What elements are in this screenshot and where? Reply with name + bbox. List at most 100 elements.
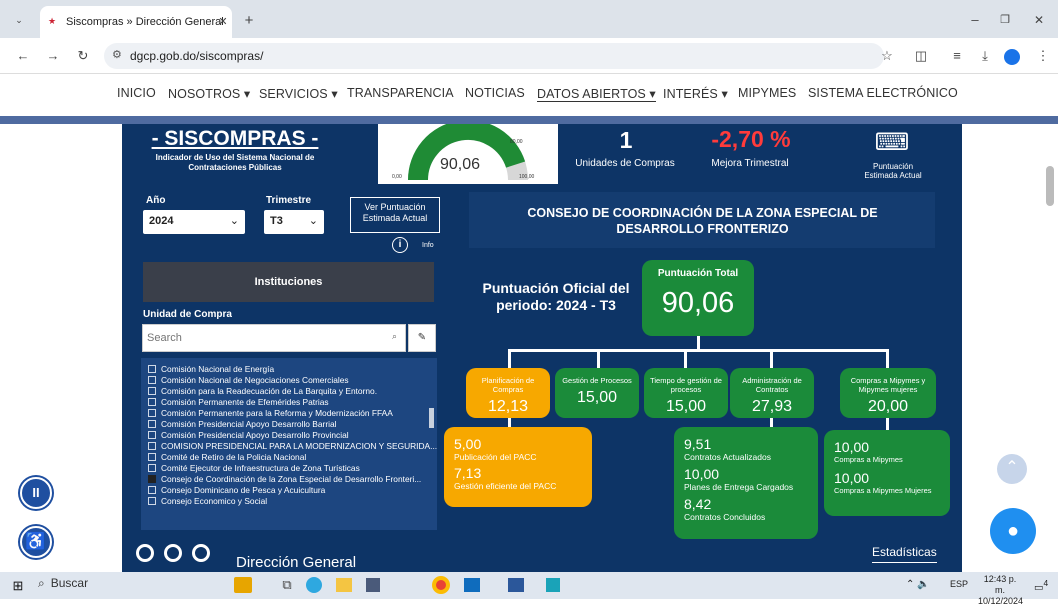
file-explorer-icon[interactable] (336, 578, 352, 592)
puntuacion-estimada-label[interactable]: Puntuación Estimada Actual (858, 162, 928, 180)
reading-list-icon[interactable]: ≡ (948, 47, 966, 65)
page-scrollbar[interactable] (1046, 166, 1054, 206)
restore-icon[interactable]: ❐ (996, 11, 1014, 29)
nav-noticias[interactable]: NOTICIAS (465, 86, 525, 100)
chat-icon[interactable]: ● (990, 508, 1036, 554)
calculator-app-icon[interactable] (366, 578, 380, 592)
score-gauge: 0,00 100,00 80,00 (392, 119, 535, 181)
nav-interes[interactable]: INTERÉS ▾ (663, 86, 728, 101)
instituciones-button[interactable]: Instituciones (143, 262, 434, 302)
quarter-dropdown[interactable]: T3 ⌄ (264, 210, 324, 234)
pause-icon[interactable]: II (20, 477, 52, 509)
year-dropdown[interactable]: 2024 ⌄ (143, 210, 245, 234)
checkbox[interactable] (148, 453, 156, 461)
edge-icon[interactable] (306, 577, 322, 593)
ver-puntuacion-button[interactable]: Ver Puntuación Estimada Actual (350, 197, 440, 233)
list-item[interactable]: Comisión Nacional de Negociaciones Comer… (148, 375, 349, 386)
mipymes-card[interactable]: Compras a Mipymes y Mipymes mujeres 20,00 (840, 368, 936, 418)
administracion-contratos-card[interactable]: Administración de Contratos 27,93 (730, 368, 814, 418)
back-icon[interactable]: ← (14, 47, 32, 65)
task-view-icon[interactable]: ⧉ (278, 576, 296, 594)
checkbox[interactable] (148, 376, 156, 384)
address-bar[interactable]: ⚙ dgcp.gob.do/siscompras/ (104, 43, 884, 69)
mejora-label: Mejora Trimestral (711, 158, 789, 169)
checkbox[interactable] (148, 365, 156, 373)
checkbox[interactable] (148, 387, 156, 395)
estadisticas-link[interactable]: Estadísticas (872, 545, 937, 563)
checkbox-checked[interactable] (148, 475, 156, 483)
list-item[interactable]: Comisión Nacional de Energía (148, 364, 274, 375)
list-item[interactable]: Consejo Economico y Social (148, 496, 267, 507)
nav-transparencia[interactable]: TRANSPARENCIA (347, 86, 454, 100)
close-tab-icon[interactable]: ✕ (214, 13, 232, 31)
list-item[interactable]: Comité de Retiro de la Policia Nacional (148, 452, 306, 463)
checkbox[interactable] (148, 409, 156, 417)
checkbox[interactable] (148, 398, 156, 406)
list-item[interactable]: Comisión Permanente para la Reforma y Mo… (148, 408, 393, 419)
checkbox[interactable] (148, 486, 156, 494)
new-tab-icon[interactable]: + (240, 12, 258, 30)
list-item[interactable]: Consejo Dominicano de Pesca y Acuicultur… (148, 485, 325, 496)
list-item[interactable]: Comité Ejecutor de Infraestructura de Zo… (148, 463, 360, 474)
minimize-icon[interactable]: – (966, 11, 984, 29)
checkbox[interactable] (148, 497, 156, 505)
language-indicator[interactable]: ESP (950, 579, 968, 589)
checkbox[interactable] (148, 420, 156, 428)
chevron-down-icon: ⌄ (229, 215, 239, 227)
close-window-icon[interactable]: ✕ (1030, 11, 1048, 29)
list-item[interactable]: Comisión para la Readecuación de La Barq… (148, 386, 377, 397)
total-value: 90,06 (661, 287, 735, 319)
checkbox[interactable] (148, 464, 156, 472)
app-icon[interactable] (546, 578, 560, 592)
list-item[interactable]: Comisión Presidencial Apoyo Desarrollo P… (148, 430, 349, 441)
forward-icon[interactable]: → (44, 47, 62, 65)
eraser-icon[interactable]: ✎ (408, 324, 436, 352)
notification-icon[interactable]: ▭4 (1034, 578, 1048, 593)
logo-text: Dirección General (236, 554, 357, 571)
checkbox[interactable] (148, 442, 156, 450)
tiempo-gestion-card[interactable]: Tiempo de gestión de procesos 15,00 (644, 368, 728, 418)
outlook-icon[interactable] (464, 578, 480, 592)
gauge-target-label: 80,00 (510, 139, 523, 145)
system-tray-icons[interactable]: ⌃ 🔈 (906, 579, 930, 590)
search-box[interactable]: ⌕ (142, 324, 406, 352)
connector-line (597, 349, 600, 369)
tab-search-icon[interactable]: ⌄ (10, 11, 28, 29)
list-item[interactable]: Comisión Permanente de Efemérides Patria… (148, 397, 329, 408)
chrome-icon[interactable] (432, 576, 450, 594)
unit-label: Unidad de Compra (143, 309, 232, 320)
taskbar-search[interactable]: ⌕ Buscar (38, 576, 188, 596)
windows-start-icon[interactable]: ⊞ (9, 577, 27, 595)
site-info-icon[interactable]: ⚙ (112, 48, 122, 61)
gestion-procesos-card[interactable]: Gestión de Procesos 15,00 (555, 368, 639, 418)
nav-sistema-electronico[interactable]: SISTEMA ELECTRÓNICO (808, 86, 958, 100)
nav-nosotros[interactable]: NOSOTROS ▾ (168, 86, 250, 101)
menu-dots-icon[interactable]: ⋮ (1034, 47, 1052, 65)
browser-tab[interactable]: ★ Siscompras » Dirección General (40, 6, 232, 38)
checkbox[interactable] (148, 431, 156, 439)
download-icon[interactable]: ⤓ (976, 47, 994, 65)
search-input[interactable] (147, 329, 377, 347)
nav-servicios[interactable]: SERVICIOS ▾ (259, 86, 338, 101)
scroll-top-icon[interactable]: ⌃ (997, 454, 1027, 484)
word-icon[interactable] (508, 578, 524, 592)
planificacion-card[interactable]: Planificación de Compras 12,13 (466, 368, 550, 418)
info-icon[interactable]: i (392, 237, 408, 253)
nav-mipymes[interactable]: MIPYMES (738, 86, 796, 100)
nav-datos-abiertos[interactable]: DATOS ABIERTOS ▾ (537, 86, 656, 102)
extensions-icon[interactable]: ◫ (912, 47, 930, 65)
profile-avatar[interactable] (1004, 49, 1020, 65)
year-value: 2024 (149, 215, 174, 227)
reload-icon[interactable]: ↻ (74, 47, 92, 65)
list-item[interactable]: Consejo de Coordinación de la Zona Espec… (148, 474, 421, 485)
bookmark-star-icon[interactable]: ☆ (878, 47, 896, 65)
calculator-icon[interactable]: ⌨ (872, 128, 912, 157)
list-item[interactable]: COMISION PRESIDENCIAL PARA LA MODERNIZAC… (148, 441, 437, 452)
taskbar-app-icon[interactable] (234, 577, 252, 593)
accessibility-icon[interactable]: ♿ (20, 526, 52, 558)
clock[interactable]: 12:43 p. m. 10/12/2024 (978, 574, 1023, 607)
nav-inicio[interactable]: INICIO (117, 86, 156, 100)
oficial-label: Puntuación Oficial del periodo: 2024 - T… (482, 280, 630, 313)
list-scrollbar[interactable] (429, 408, 434, 428)
list-item[interactable]: Comisión Presidencial Apoyo Desarrollo B… (148, 419, 337, 430)
